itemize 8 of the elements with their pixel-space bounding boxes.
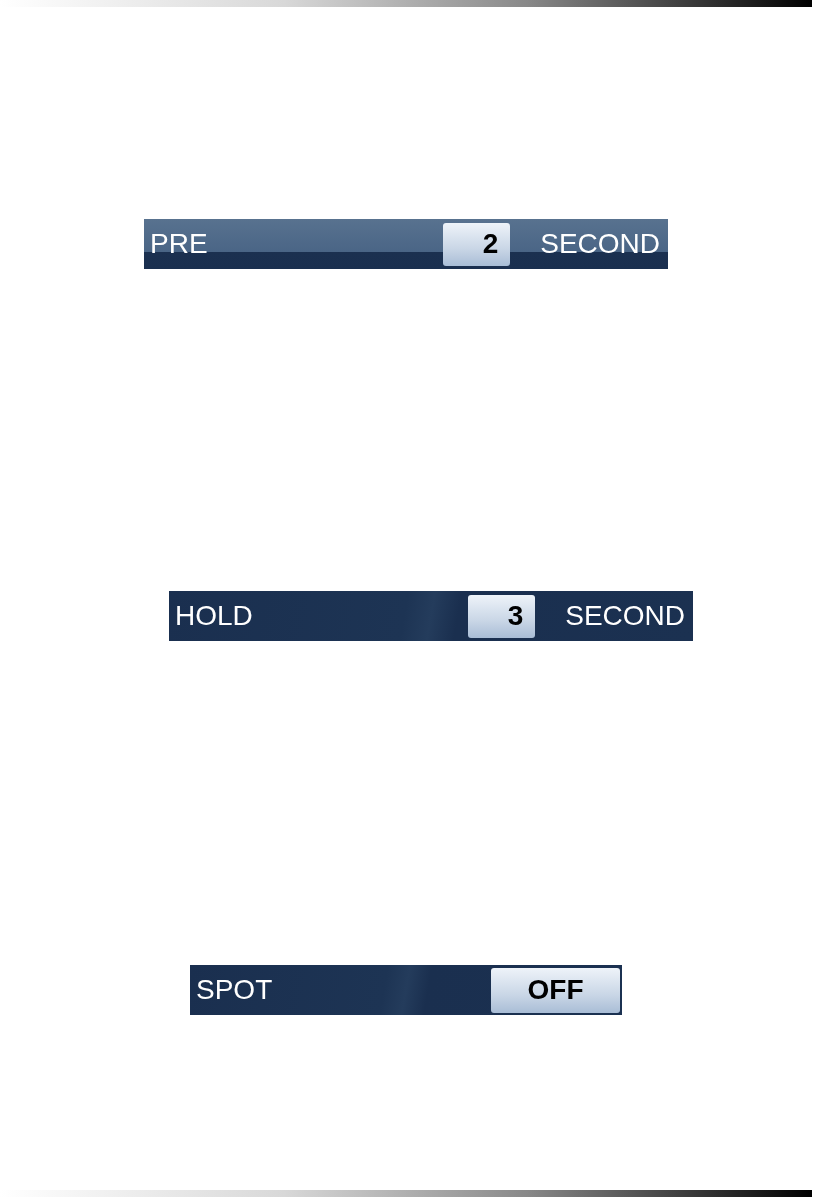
value-field[interactable]: 2 <box>443 222 511 266</box>
setting-label: PRE <box>150 230 209 258</box>
setting-label: HOLD <box>175 602 254 630</box>
setting-label: SPOT <box>196 976 274 1004</box>
unit-label: SECOND <box>565 602 685 630</box>
toggle-button[interactable]: OFF <box>491 967 620 1013</box>
value-field[interactable]: 3 <box>468 594 536 638</box>
unit-label: SECOND <box>540 230 660 258</box>
